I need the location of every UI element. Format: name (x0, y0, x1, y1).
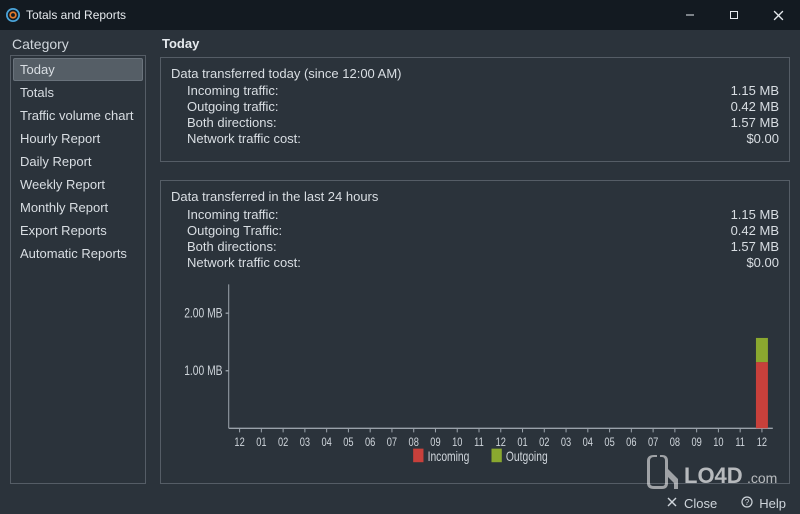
stat-row: Network traffic cost:$0.00 (187, 131, 779, 146)
svg-text:08: 08 (670, 436, 680, 450)
traffic-chart: 1.00 MB 2.00 MB 12 01 02 03 04 05 06 07 08 09 10 11 12… (171, 279, 779, 469)
panel-today: Data transferred today (since 12:00 AM) … (160, 57, 790, 162)
stat-value: $0.00 (746, 255, 779, 270)
svg-text:07: 07 (648, 436, 658, 450)
sidebar-item-today[interactable]: Today (13, 58, 143, 81)
svg-text:05: 05 (343, 436, 353, 450)
sidebar-header: Category (10, 36, 146, 55)
close-icon (666, 496, 678, 511)
window-title: Totals and Reports (26, 8, 126, 22)
stat-label: Incoming traffic: (187, 207, 731, 222)
svg-text:11: 11 (735, 436, 745, 450)
category-list: TodayTotalsTraffic volume chartHourly Re… (10, 55, 146, 484)
stat-value: $0.00 (746, 131, 779, 146)
stat-value: 1.57 MB (731, 115, 779, 130)
svg-text:02: 02 (539, 436, 549, 450)
sidebar-item-daily-report[interactable]: Daily Report (13, 150, 143, 173)
svg-text:05: 05 (604, 436, 614, 450)
close-label: Close (684, 496, 717, 511)
stat-row: Incoming traffic:1.15 MB (187, 207, 779, 222)
sidebar-item-hourly-report[interactable]: Hourly Report (13, 127, 143, 150)
stat-value: 0.42 MB (731, 223, 779, 238)
stat-label: Network traffic cost: (187, 255, 746, 270)
svg-text:?: ? (745, 498, 750, 507)
stat-label: Network traffic cost: (187, 131, 746, 146)
svg-text:10: 10 (452, 436, 462, 450)
svg-text:11: 11 (474, 436, 484, 450)
svg-text:2.00 MB: 2.00 MB (184, 305, 222, 321)
stat-label: Both directions: (187, 115, 731, 130)
app-icon (6, 8, 20, 22)
stat-label: Incoming traffic: (187, 83, 731, 98)
svg-text:07: 07 (387, 436, 397, 450)
svg-text:06: 06 (626, 436, 636, 450)
sidebar: Category TodayTotalsTraffic volume chart… (10, 36, 146, 484)
panel-24h: Data transferred in the last 24 hours In… (160, 180, 790, 484)
stat-value: 1.15 MB (731, 207, 779, 222)
svg-text:12: 12 (496, 436, 506, 450)
svg-text:01: 01 (517, 436, 527, 450)
svg-text:12: 12 (234, 436, 244, 450)
stat-value: 0.42 MB (731, 99, 779, 114)
stat-row: Incoming traffic:1.15 MB (187, 83, 779, 98)
minimize-button[interactable] (668, 0, 712, 30)
svg-text:10: 10 (713, 436, 723, 450)
page-title: Today (160, 36, 790, 57)
sidebar-item-monthly-report[interactable]: Monthly Report (13, 196, 143, 219)
stat-row: Both directions:1.57 MB (187, 115, 779, 130)
svg-text:04: 04 (321, 436, 331, 450)
svg-text:08: 08 (409, 436, 419, 450)
help-label: Help (759, 496, 786, 511)
svg-text:1.00 MB: 1.00 MB (184, 362, 222, 378)
svg-text:09: 09 (691, 436, 701, 450)
svg-text:Outgoing: Outgoing (506, 448, 548, 464)
svg-text:03: 03 (300, 436, 310, 450)
maximize-button[interactable] (712, 0, 756, 30)
stat-label: Both directions: (187, 239, 731, 254)
svg-text:Incoming: Incoming (428, 448, 470, 464)
close-window-button[interactable] (756, 0, 800, 30)
sidebar-item-traffic-volume-chart[interactable]: Traffic volume chart (13, 104, 143, 127)
help-button[interactable]: ? Help (741, 496, 786, 511)
svg-text:09: 09 (430, 436, 440, 450)
svg-text:03: 03 (561, 436, 571, 450)
stat-value: 1.15 MB (731, 83, 779, 98)
svg-text:06: 06 (365, 436, 375, 450)
stat-row: Outgoing Traffic:0.42 MB (187, 223, 779, 238)
sidebar-item-automatic-reports[interactable]: Automatic Reports (13, 242, 143, 265)
stat-label: Outgoing traffic: (187, 99, 731, 114)
titlebar: Totals and Reports (0, 0, 800, 30)
svg-text:12: 12 (757, 436, 767, 450)
sidebar-item-export-reports[interactable]: Export Reports (13, 219, 143, 242)
stat-label: Outgoing Traffic: (187, 223, 731, 238)
svg-text:01: 01 (256, 436, 266, 450)
footer: Close ? Help (0, 492, 800, 514)
stat-value: 1.57 MB (731, 239, 779, 254)
main-pane: Today Data transferred today (since 12:0… (160, 36, 790, 484)
svg-text:02: 02 (278, 436, 288, 450)
stat-row: Both directions:1.57 MB (187, 239, 779, 254)
sidebar-item-totals[interactable]: Totals (13, 81, 143, 104)
help-icon: ? (741, 496, 753, 511)
stat-row: Network traffic cost:$0.00 (187, 255, 779, 270)
sidebar-item-weekly-report[interactable]: Weekly Report (13, 173, 143, 196)
stat-row: Outgoing traffic:0.42 MB (187, 99, 779, 114)
close-button[interactable]: Close (666, 496, 717, 511)
svg-text:04: 04 (583, 436, 593, 450)
panel-today-heading: Data transferred today (since 12:00 AM) (171, 66, 779, 81)
panel-24h-heading: Data transferred in the last 24 hours (171, 189, 779, 204)
